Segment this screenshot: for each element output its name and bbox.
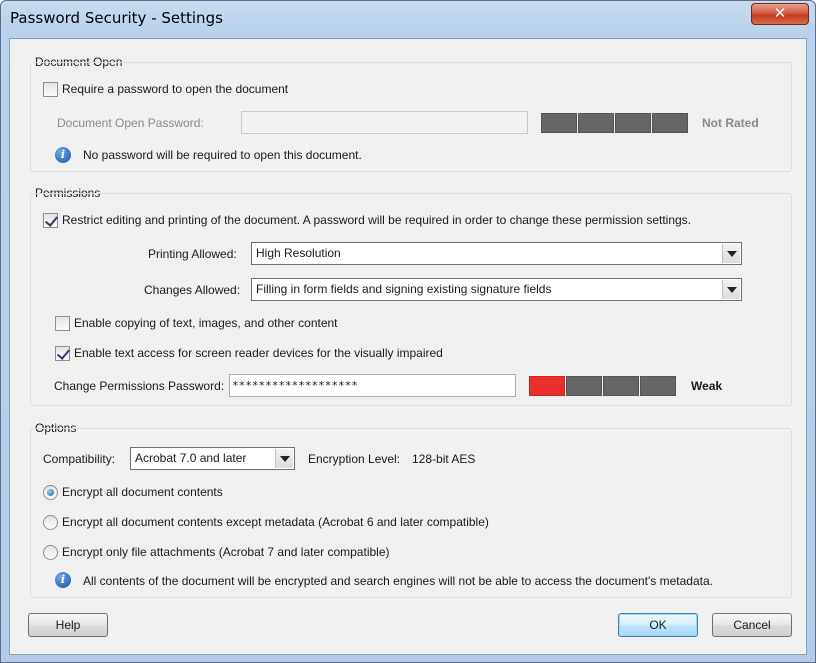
compatibility-label: Compatibility: bbox=[43, 452, 116, 466]
encryption-level-value: 128-bit AES bbox=[412, 452, 476, 466]
compatibility-select[interactable]: Acrobat 7.0 and later bbox=[130, 447, 295, 470]
printing-allowed-select[interactable]: High Resolution bbox=[251, 242, 742, 265]
permissions-password-strength-label: Weak bbox=[691, 379, 723, 393]
require-password-label: Require a password to open the document bbox=[62, 82, 289, 96]
restrict-editing-label: Restrict editing and printing of the doc… bbox=[62, 213, 692, 227]
info-icon: i bbox=[55, 147, 71, 163]
radio-encrypt-attachments[interactable] bbox=[43, 545, 58, 560]
compatibility-value: Acrobat 7.0 and later bbox=[135, 451, 247, 465]
chevron-down-icon[interactable] bbox=[275, 449, 293, 468]
title-bar: Password Security - Settings ✕ bbox=[1, 1, 815, 37]
ok-button[interactable]: OK bbox=[618, 613, 698, 637]
chevron-down-icon[interactable] bbox=[722, 280, 740, 299]
screen-reader-checkbox[interactable] bbox=[55, 346, 70, 361]
chevron-down-icon[interactable] bbox=[722, 244, 740, 263]
document-open-info-text: No password will be required to open thi… bbox=[83, 148, 362, 162]
close-button[interactable]: ✕ bbox=[751, 3, 809, 25]
encryption-level-label: Encryption Level: bbox=[308, 452, 401, 466]
open-password-strength-meter bbox=[541, 113, 688, 133]
document-open-password-label: Document Open Password: bbox=[57, 116, 204, 130]
window-title: Password Security - Settings bbox=[10, 9, 223, 27]
radio-encrypt-all[interactable] bbox=[43, 485, 58, 500]
changes-allowed-label: Changes Allowed: bbox=[144, 283, 241, 297]
dialog-window: Password Security - Settings ✕ Document … bbox=[0, 0, 816, 663]
change-permissions-password-input[interactable]: ******************* bbox=[229, 374, 516, 397]
enable-copying-checkbox[interactable] bbox=[55, 316, 70, 331]
help-button[interactable]: Help bbox=[28, 613, 108, 637]
radio-encrypt-attachments-label: Encrypt only file attachments (Acrobat 7… bbox=[62, 545, 390, 559]
strength-segment bbox=[615, 113, 651, 133]
dialog-client: Document Open Require a password to open… bbox=[9, 38, 807, 655]
changes-allowed-select[interactable]: Filling in form fields and signing exist… bbox=[251, 278, 742, 301]
strength-segment bbox=[541, 113, 577, 133]
radio-encrypt-except-metadata-label: Encrypt all document contents except met… bbox=[62, 515, 489, 529]
strength-segment bbox=[566, 376, 602, 396]
require-password-checkbox[interactable] bbox=[43, 82, 58, 97]
strength-segment bbox=[603, 376, 639, 396]
printing-allowed-label: Printing Allowed: bbox=[148, 247, 237, 261]
screen-reader-label: Enable text access for screen reader dev… bbox=[74, 346, 443, 360]
close-icon: ✕ bbox=[773, 5, 787, 22]
permissions-password-strength-meter bbox=[529, 376, 676, 396]
enable-copying-label: Enable copying of text, images, and othe… bbox=[74, 316, 338, 330]
printing-allowed-value: High Resolution bbox=[256, 246, 341, 260]
strength-segment bbox=[640, 376, 676, 396]
open-password-strength-label: Not Rated bbox=[702, 116, 759, 130]
cancel-button[interactable]: Cancel bbox=[712, 613, 792, 637]
strength-segment bbox=[529, 376, 565, 396]
info-icon: i bbox=[55, 572, 71, 588]
document-open-password-input[interactable] bbox=[241, 111, 528, 134]
radio-encrypt-all-label: Encrypt all document contents bbox=[62, 485, 223, 499]
changes-allowed-value: Filling in form fields and signing exist… bbox=[256, 282, 552, 296]
radio-encrypt-except-metadata[interactable] bbox=[43, 515, 58, 530]
restrict-editing-checkbox[interactable] bbox=[43, 213, 58, 228]
strength-segment bbox=[652, 113, 688, 133]
strength-segment bbox=[578, 113, 614, 133]
options-info-text: All contents of the document will be enc… bbox=[83, 574, 713, 588]
change-permissions-password-label: Change Permissions Password: bbox=[54, 379, 225, 393]
